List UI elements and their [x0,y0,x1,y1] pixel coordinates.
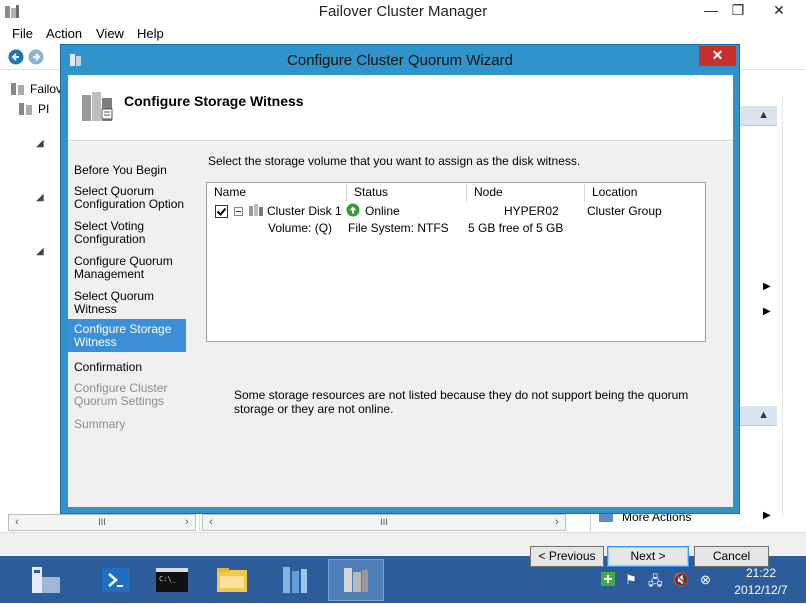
file-explorer-taskbar-button[interactable] [204,559,260,601]
volume-label: Volume: (Q) [268,221,333,235]
failover-cluster-manager-taskbar-button[interactable] [328,559,384,601]
disk-status: Online [365,204,400,218]
cluster-disk-icon [248,203,264,220]
step-confirmation[interactable]: Confirmation [68,361,186,374]
clock-date[interactable]: 2012/12/7 [726,583,796,597]
column-header-location[interactable]: Location [585,184,705,202]
powershell-taskbar-button[interactable] [88,559,144,601]
next-button[interactable]: Next > [607,546,689,567]
tree-horizontal-scrollbar[interactable]: ‹ III › [8,514,196,531]
cluster-tool-taskbar-button[interactable] [266,559,322,601]
online-status-icon [346,203,360,220]
menu-action[interactable]: Action [46,26,82,41]
vertical-scrollbar[interactable] [782,96,804,516]
scroll-thumb[interactable]: III [221,517,547,528]
disk-name: Cluster Disk 1 [267,204,342,218]
expand-arrow-icon[interactable]: ◢ [36,192,44,203]
forward-arrow-icon[interactable] [28,49,44,68]
action-center-icon[interactable] [601,572,615,589]
svg-text:C:\_: C:\_ [159,575,177,583]
free-space-label: 5 GB free of 5 GB [468,221,564,235]
restore-button[interactable]: ❐ [723,0,753,20]
step-select-quorum-witness[interactable]: Select Quorum Witness [68,290,186,318]
storage-note: Some storage resources are not listed be… [234,388,689,416]
scroll-right-icon[interactable]: › [179,515,195,530]
instruction-text: Select the storage volume that you want … [208,154,581,168]
wizard-close-button[interactable]: ✕ [699,46,736,66]
submenu-arrow-icon[interactable]: ▶ [763,306,771,317]
step-select-voting-configuration[interactable]: Select Voting Configuration [68,220,186,248]
collapse-icon[interactable]: ▲ [758,109,769,121]
scroll-thumb[interactable]: III [27,517,177,528]
storage-volume-grid: Name Status Node Location Cluster Disk 1 [206,182,706,342]
cluster-manager-icon [10,82,26,99]
clock-time[interactable]: 21:22 [726,566,796,580]
scroll-left-icon[interactable]: ‹ [9,515,25,530]
column-header-status[interactable]: Status [347,184,467,202]
wizard-header: Configure Storage Witness [68,75,733,141]
step-configure-quorum-management[interactable]: Configure Quorum Management [68,255,186,283]
column-header-name[interactable]: Name [207,184,347,202]
network-icon[interactable]: 🖧 [648,572,663,594]
tree-child-label[interactable]: PI [38,102,49,116]
expand-arrow-icon[interactable]: ◢ [36,246,44,257]
disk-location: Cluster Group [587,204,662,218]
step-configure-storage-witness[interactable]: Configure Storage Witness [68,319,186,352]
step-before-you-begin[interactable]: Before You Begin [68,164,186,177]
command-prompt-taskbar-button[interactable]: C:\_ [144,559,200,601]
menu-bar: File Action View Help [0,24,806,44]
disk-node: HYPER02 [504,204,559,218]
collapse-toggle-icon[interactable] [234,205,243,219]
main-title-bar: Failover Cluster Manager — ❐ ✕ [0,0,806,24]
previous-button[interactable]: < Previous [530,546,604,567]
tree-root-label[interactable]: Failov [30,82,62,96]
expand-arrow-icon[interactable]: ◢ [36,138,44,149]
file-system-label: File System: NTFS [348,221,449,235]
volume-muted-icon[interactable]: 🔇 [673,572,689,588]
minimize-button[interactable]: — [696,0,726,20]
scroll-right-icon[interactable]: › [549,515,565,530]
submenu-arrow-icon[interactable]: ▶ [763,281,771,292]
center-horizontal-scrollbar[interactable]: ‹ III › [202,514,566,531]
step-configure-cluster-quorum-settings: Configure Cluster Quorum Settings [74,381,168,408]
step-summary: Summary [74,417,126,431]
cancel-button[interactable]: Cancel [694,546,769,567]
wizard-page-title: Configure Storage Witness [124,93,304,109]
disk-checkbox[interactable] [215,205,228,221]
storage-witness-icon [80,89,114,128]
wizard-title: Configure Cluster Quorum Wizard [287,52,513,69]
main-close-button[interactable]: ✕ [756,0,802,20]
wizard-steps-list: Before You Begin Select Quorum Configura… [68,142,186,507]
server-manager-taskbar-button[interactable] [16,559,72,601]
back-arrow-icon[interactable] [8,49,24,68]
scroll-left-icon[interactable]: ‹ [203,515,219,530]
step-select-quorum-configuration-option[interactable]: Select Quorum Configuration Option [68,185,186,213]
collapse-icon[interactable]: ▲ [758,409,769,421]
menu-file[interactable]: File [12,26,33,41]
submenu-arrow-icon[interactable]: ▶ [763,510,771,521]
wizard-content: Select the storage volume that you want … [186,142,769,567]
notification-close-icon[interactable]: ⊗ [700,572,711,588]
menu-view[interactable]: View [96,26,124,41]
tree-node-icon [18,102,34,119]
wizard-body: Configure Storage Witness Before You Beg… [68,75,769,567]
menu-help[interactable]: Help [137,26,164,41]
main-window-title: Failover Cluster Manager [318,3,488,20]
quorum-wizard-dialog: Configure Cluster Quorum Wizard ✕ Config… [60,44,769,567]
flag-icon[interactable]: ⚑ [625,572,637,588]
column-header-node[interactable]: Node [467,184,585,202]
wizard-title-bar: Configure Cluster Quorum Wizard ✕ [61,45,739,75]
